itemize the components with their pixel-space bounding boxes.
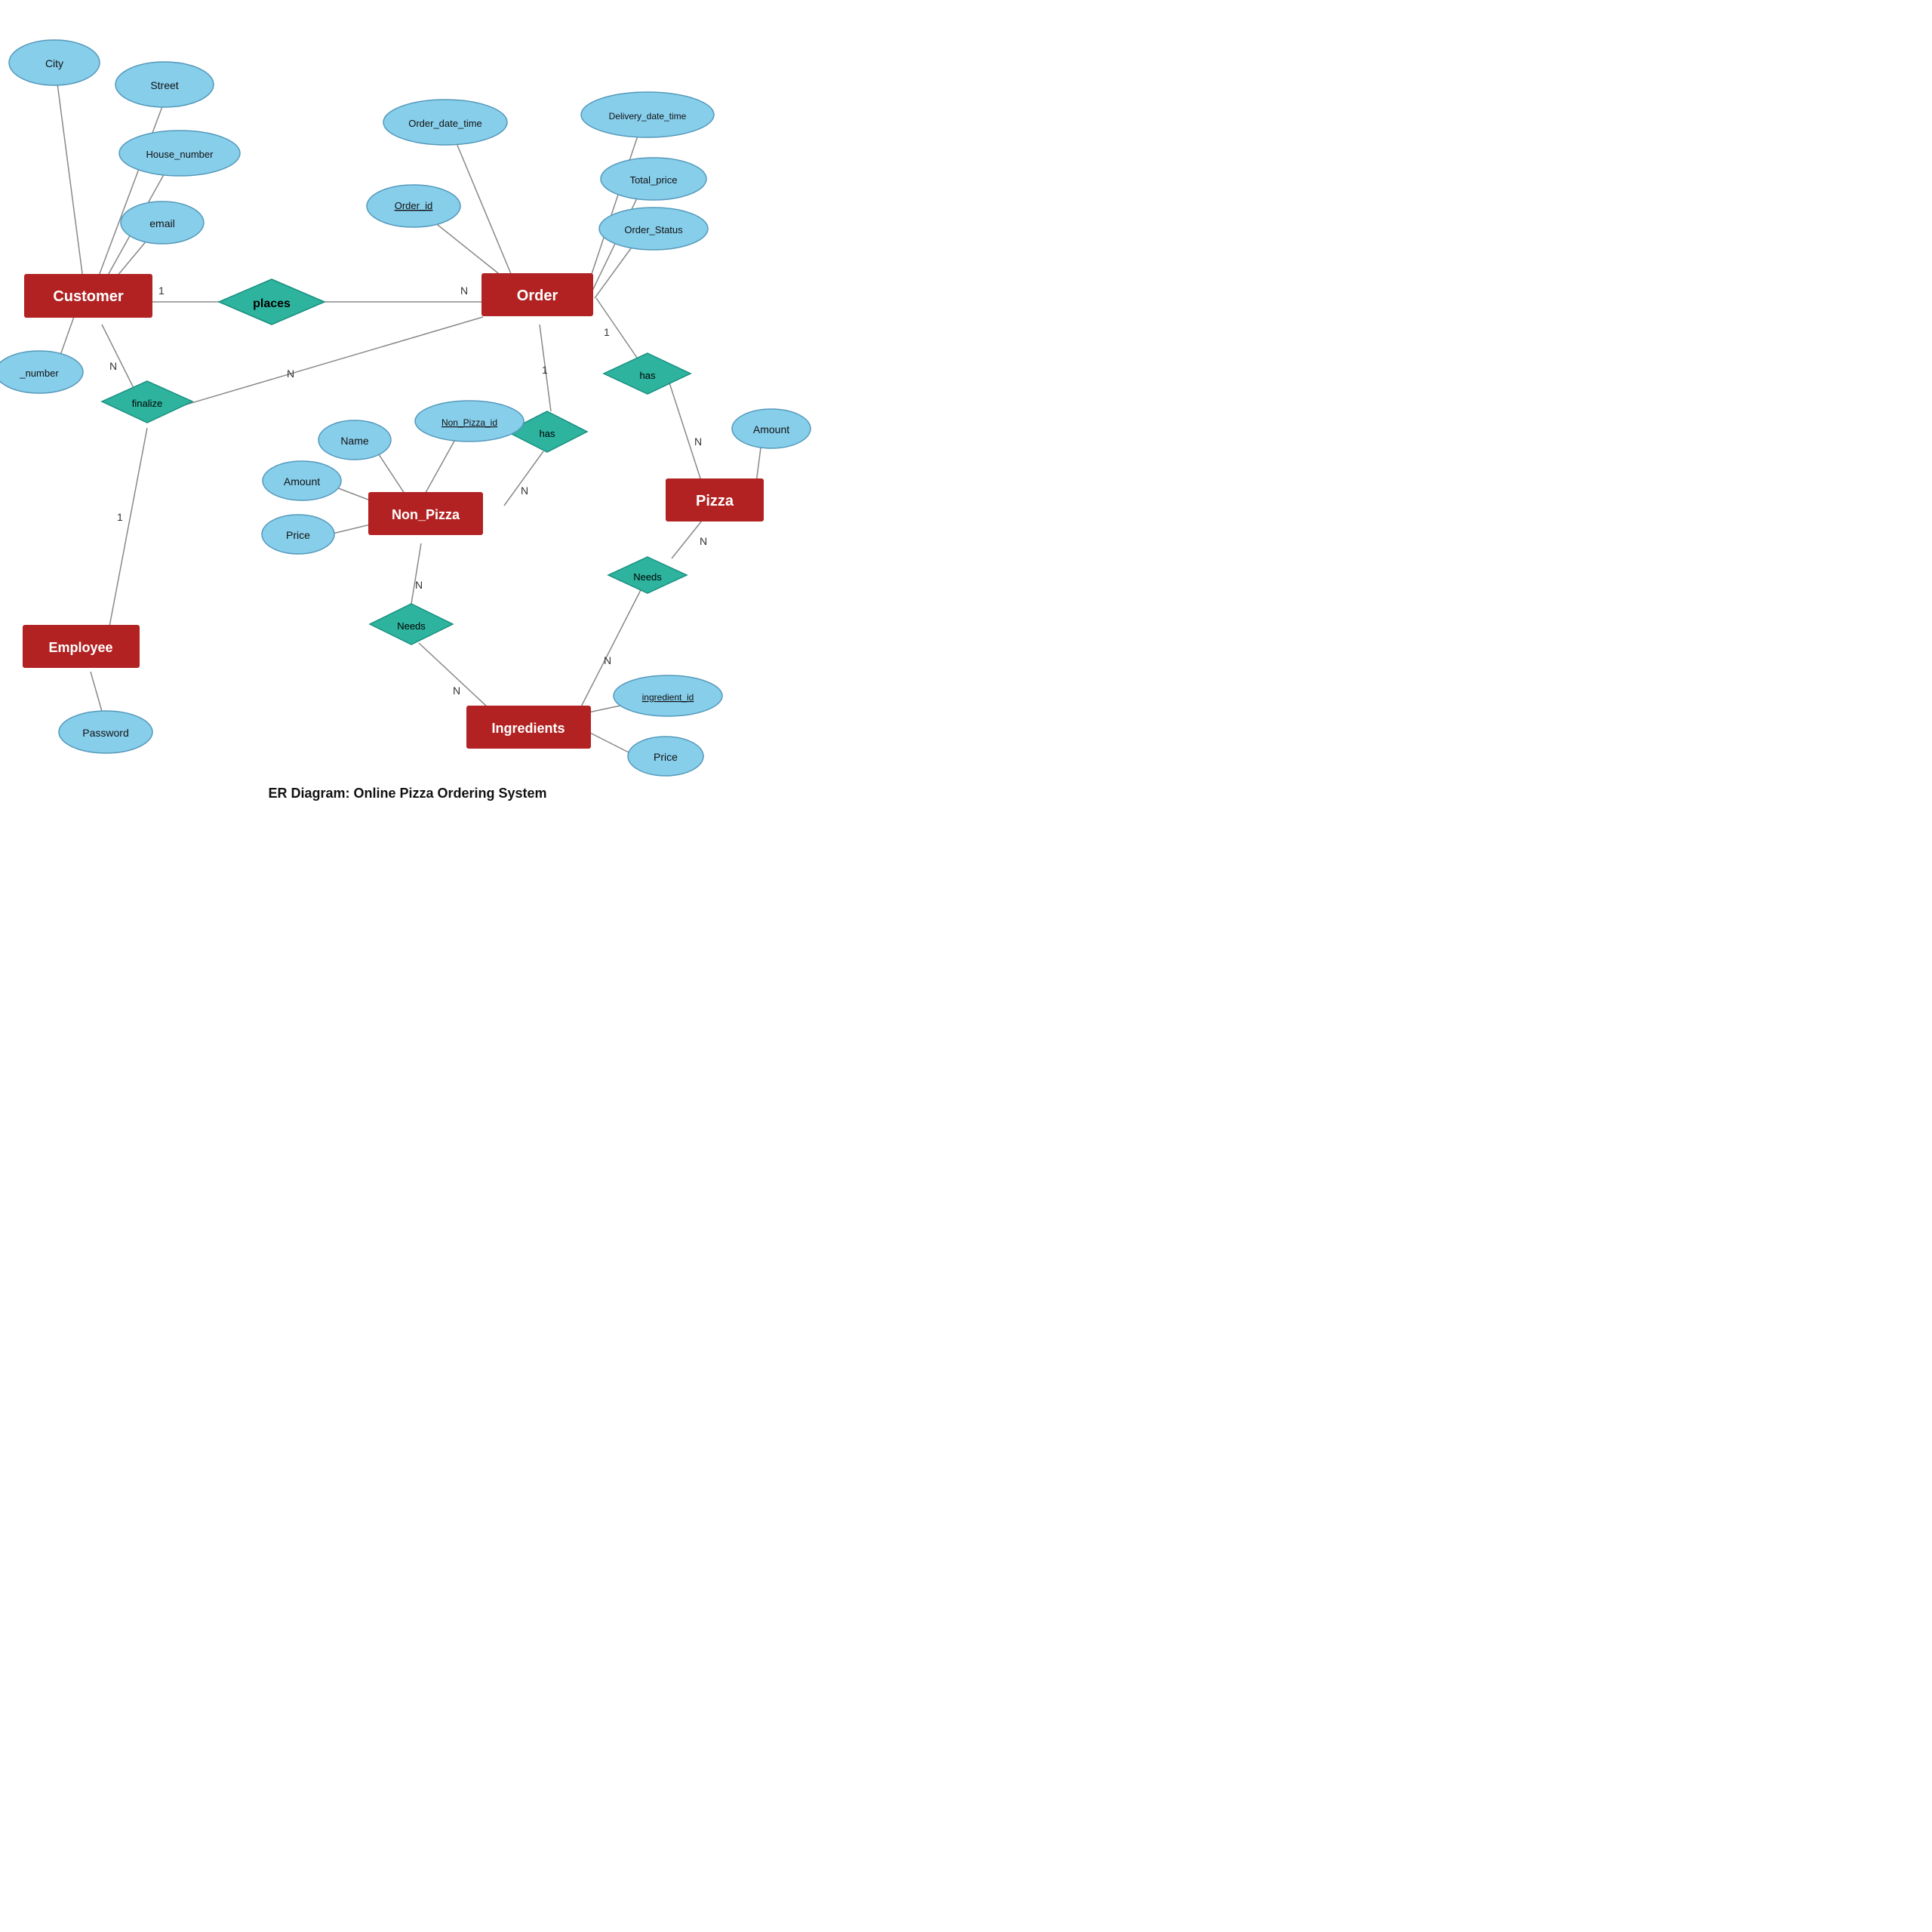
svg-text:1: 1	[158, 285, 165, 297]
diagram-title: ER Diagram: Online Pizza Ordering System	[268, 786, 546, 801]
er-diagram: 1 N 1 N 1 N	[0, 0, 815, 815]
svg-text:N: N	[460, 285, 468, 297]
attr-email-label: email	[149, 217, 174, 229]
svg-text:N: N	[109, 360, 117, 372]
entity-employee-label: Employee	[48, 640, 112, 655]
attr-order-id-label: Order_id	[395, 200, 433, 211]
entity-ingredients-label: Ingredients	[491, 721, 565, 736]
svg-text:1: 1	[542, 364, 548, 376]
relationship-needs2-label: Needs	[633, 571, 662, 583]
attr-pizza-amount-label: Amount	[753, 423, 789, 435]
entity-nonpizza-label: Non_Pizza	[392, 507, 460, 522]
svg-text:N: N	[604, 654, 611, 666]
svg-text:N: N	[287, 368, 294, 380]
entity-customer-label: Customer	[53, 288, 124, 305]
attr-nonpizza-price-label: Price	[286, 529, 310, 541]
relationship-finalize-label: finalize	[132, 398, 162, 409]
svg-text:N: N	[415, 579, 423, 591]
attr-password-label: Password	[82, 727, 128, 739]
attr-total-price-label: Total_price	[630, 174, 678, 186]
svg-text:N: N	[453, 685, 460, 697]
attr-order-status-label: Order_Status	[624, 224, 683, 235]
attr-phone-number-label: _number	[19, 368, 59, 379]
entity-pizza-label: Pizza	[696, 493, 734, 509]
svg-text:N: N	[700, 535, 707, 547]
attr-nonpizza-name-label: Name	[340, 435, 369, 447]
attr-delivery-date-time-label: Delivery_date_time	[609, 111, 687, 122]
attr-nonpizza-id-label: Non_Pizza_id	[441, 417, 497, 428]
relationship-has2-label: has	[540, 428, 555, 439]
relationship-needs1-label: Needs	[397, 620, 426, 632]
attr-house-number-label: House_number	[146, 149, 214, 160]
entity-order-label: Order	[517, 288, 558, 304]
attr-ingredient-price-label: Price	[654, 751, 678, 763]
attr-city-label: City	[45, 57, 63, 69]
attr-ingredient-id-label: ingredient_id	[642, 692, 694, 703]
relationship-places-label: places	[253, 297, 291, 310]
svg-text:1: 1	[604, 326, 610, 338]
relationship-has1-label: has	[640, 370, 656, 381]
attr-nonpizza-amount-label: Amount	[284, 475, 320, 488]
attr-street-label: Street	[150, 79, 178, 91]
attr-order-date-time-label: Order_date_time	[408, 118, 482, 129]
svg-text:N: N	[694, 435, 702, 448]
svg-text:N: N	[521, 485, 528, 497]
svg-text:1: 1	[117, 511, 123, 523]
